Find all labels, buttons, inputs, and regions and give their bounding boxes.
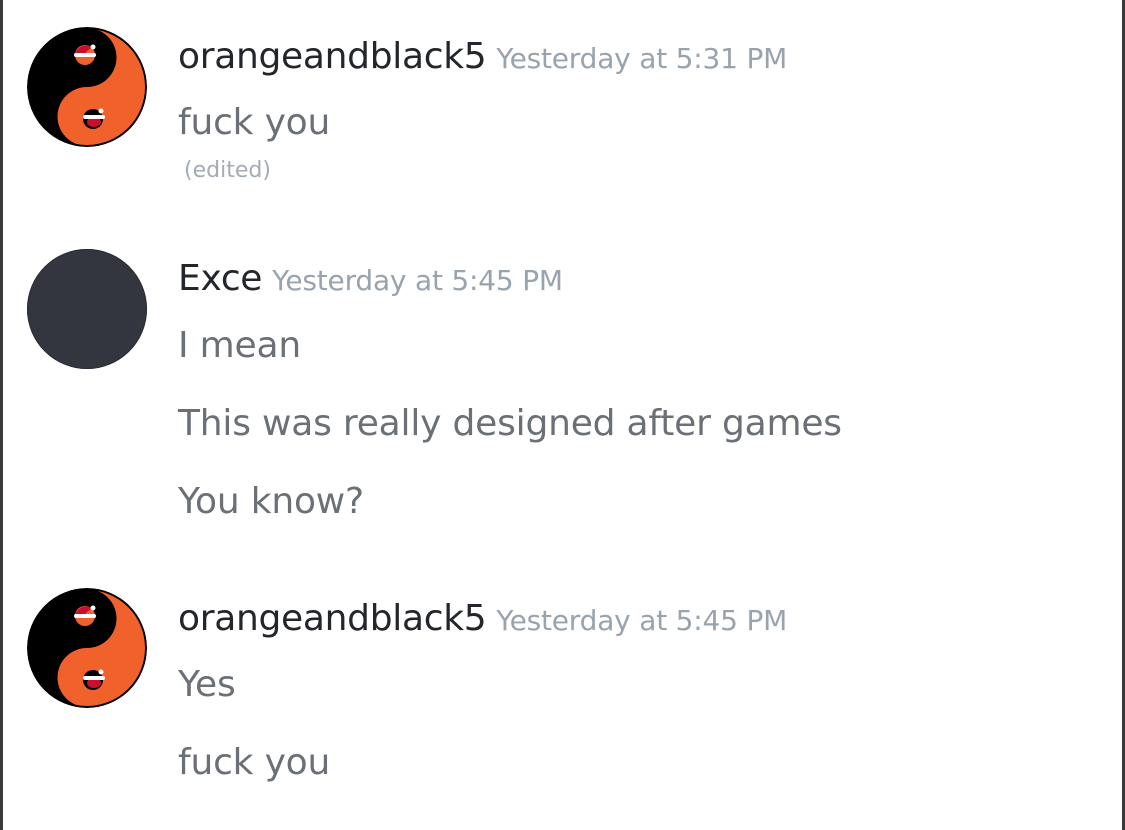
username[interactable]: Exce [178,258,262,299]
user-avatar[interactable] [27,27,147,147]
message-header: orangeandblack5 Yesterday at 5:31 PM [178,36,787,77]
user-avatar[interactable] [27,588,147,708]
user-avatar[interactable] [27,249,147,369]
timestamp[interactable]: Yesterday at 5:45 PM [496,604,787,637]
yin-yang-avatar-icon [27,27,147,147]
message-header: Exce Yesterday at 5:45 PM [178,258,563,299]
yin-yang-avatar-icon [27,588,147,708]
chat-message-list: orangeandblack5 Yesterday at 5:31 PM fuck… [0,0,1125,830]
message-text: Yes [178,664,236,705]
message-text: This was really designed after games [178,403,842,444]
username[interactable]: orangeandblack5 [178,36,487,77]
message-text: fuck you [178,742,331,783]
message-text: fuck you [178,102,331,143]
message-text: I mean [178,325,301,366]
timestamp[interactable]: Yesterday at 5:31 PM [496,42,787,75]
message-text: You know? [178,481,364,522]
timestamp[interactable]: Yesterday at 5:45 PM [272,264,563,297]
message-header: orangeandblack5 Yesterday at 5:45 PM [178,598,787,639]
username[interactable]: orangeandblack5 [178,598,487,639]
edited-label: (edited) [184,158,271,183]
